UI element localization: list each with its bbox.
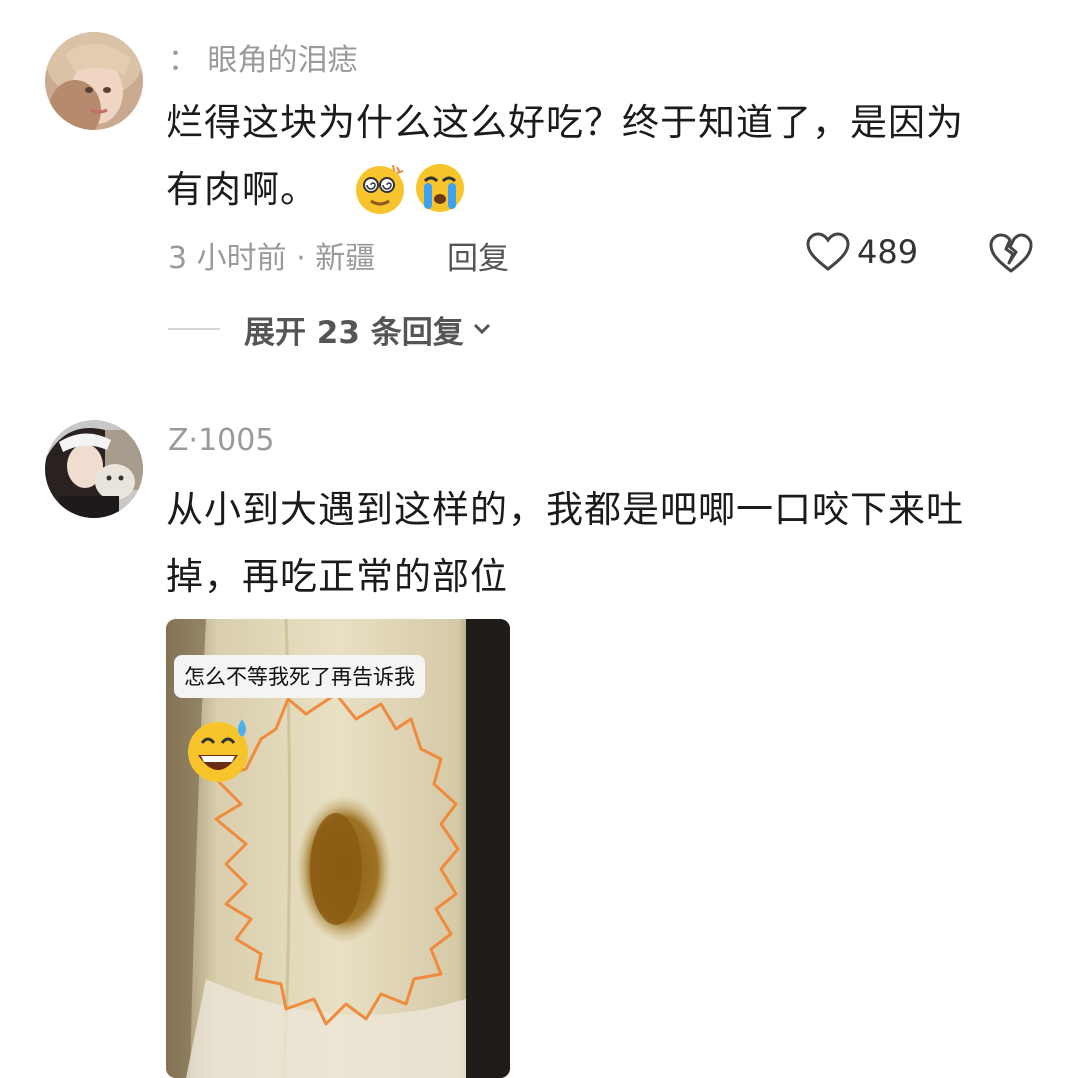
- comment-meta: 3 小时前 · 新疆: [168, 241, 376, 276]
- comment-text-line: 烂得这块为什么这么好吃？终于知道了，是因为: [166, 101, 964, 144]
- avatar[interactable]: [45, 32, 143, 130]
- comment-image[interactable]: 怎么不等我死了再告诉我: [166, 619, 510, 1078]
- comment-text-line: 掉，再吃正常的部位: [166, 555, 508, 598]
- dizzy-face-emoji-icon: [355, 164, 404, 214]
- divider: [168, 328, 220, 330]
- comment-text-line: 从小到大遇到这样的，我都是吧唧一口咬下来吐: [166, 488, 964, 531]
- comment-text: 烂得这块为什么这么好吃？终于知道了，是因为 有肉啊。: [166, 89, 1036, 223]
- crying-face-emoji-icon: [415, 163, 464, 212]
- avatar[interactable]: [45, 420, 143, 518]
- comment-text: 从小到大遇到这样的，我都是吧唧一口咬下来吐 掉，再吃正常的部位: [166, 476, 1036, 610]
- like-count: 489: [857, 233, 919, 271]
- chevron-down-icon: [473, 323, 490, 335]
- username[interactable]: ： 眼角的泪痣: [168, 35, 358, 79]
- image-caption: 怎么不等我死了再告诉我: [174, 655, 425, 698]
- heart-icon: [806, 232, 850, 271]
- comment-text-segment: 有肉啊。: [166, 168, 318, 211]
- comment-text-line: 有肉啊。: [166, 156, 1036, 223]
- expand-replies-button[interactable]: 展开 23 条回复: [168, 306, 492, 352]
- expand-replies-label: 展开 23 条回复: [244, 314, 464, 351]
- username[interactable]: Z·1005: [168, 423, 274, 458]
- emoji-group: [353, 161, 467, 215]
- comment-thread: ： 眼角的泪痣 烂得这块为什么这么好吃？终于知道了，是因为 有肉啊。 3 小时前…: [0, 0, 1080, 1078]
- dislike-broken-heart-icon[interactable]: [988, 230, 1034, 276]
- like-button[interactable]: 489: [805, 228, 918, 276]
- reply-button[interactable]: 回复: [447, 233, 509, 278]
